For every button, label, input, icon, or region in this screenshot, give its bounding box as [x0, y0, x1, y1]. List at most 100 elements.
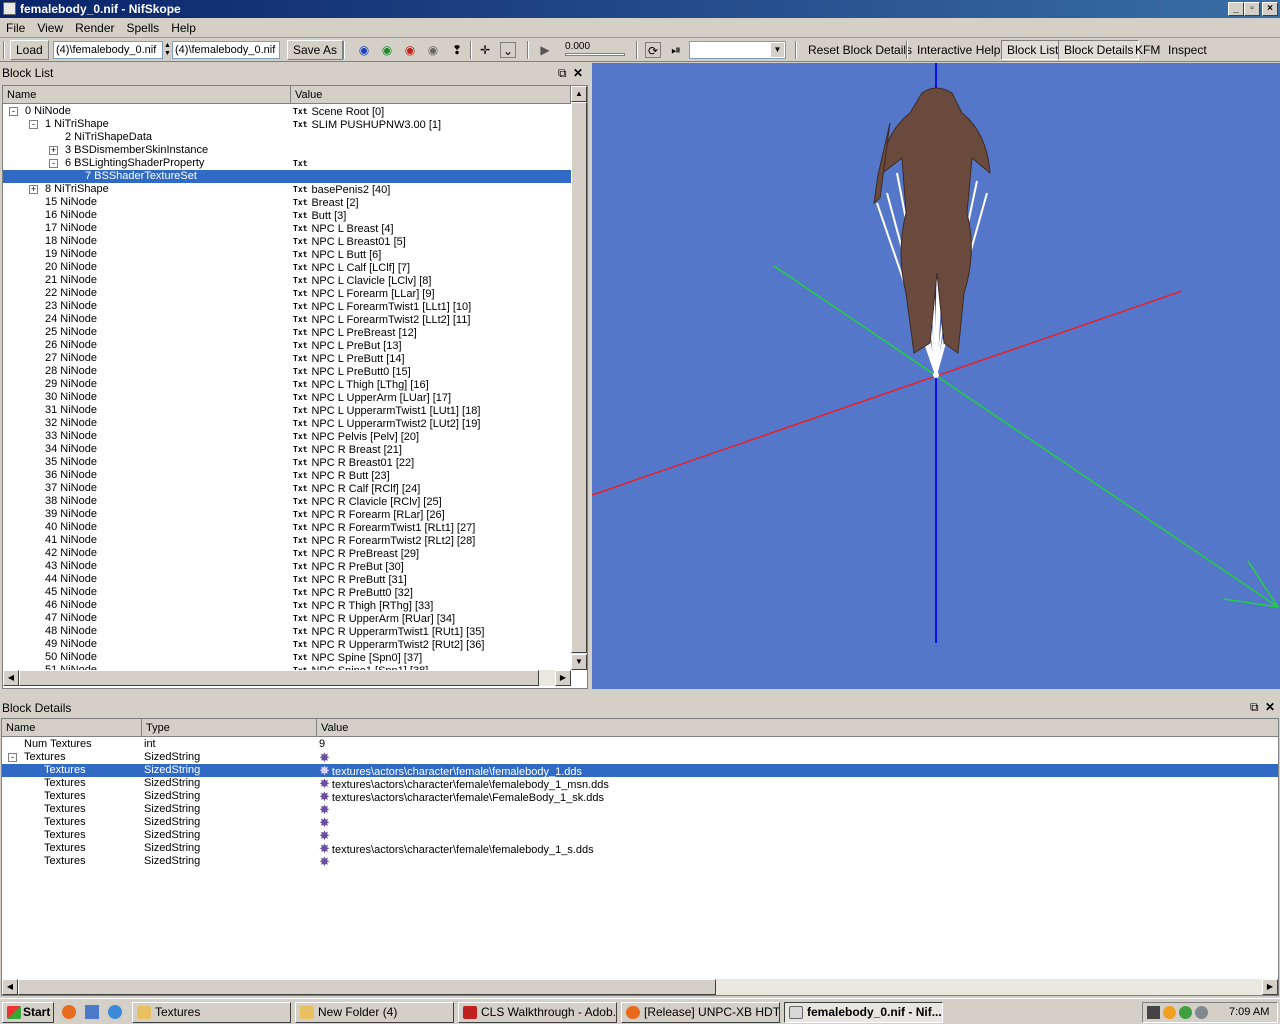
render-viewport[interactable]: [592, 63, 1280, 689]
save-as-button[interactable]: Save As: [287, 40, 344, 60]
eye-gray-icon[interactable]: ◉: [425, 42, 441, 58]
collapse-icon[interactable]: -: [29, 120, 38, 129]
collapse-icon[interactable]: -: [49, 159, 58, 168]
block-list-row[interactable]: -6 BSLightingShaderProperty Txt: [3, 157, 571, 170]
collapse-icon[interactable]: -: [9, 107, 18, 116]
block-details-toggle[interactable]: Block Details: [1058, 40, 1140, 60]
block-list-row[interactable]: 35 NiNode Txt NPC R Breast01 [22]: [3, 456, 571, 469]
column-header-name[interactable]: Name: [3, 86, 291, 104]
expand-icon[interactable]: +: [49, 146, 58, 155]
block-list-row[interactable]: 7 BSShaderTextureSet: [3, 170, 571, 183]
firefox-icon[interactable]: [62, 1005, 76, 1019]
block-list-row[interactable]: 17 NiNode Txt NPC L Breast [4]: [3, 222, 571, 235]
media-player-icon[interactable]: [108, 1005, 122, 1019]
horizontal-scrollbar[interactable]: ◀ ▶: [2, 979, 1278, 995]
block-list-row[interactable]: -1 NiTriShape Txt SLIM PUSHUPNW3.00 [1]: [3, 118, 571, 131]
volume-icon[interactable]: [1195, 1006, 1208, 1019]
block-list-row[interactable]: 26 NiNode Txt NPC L PreBut [13]: [3, 339, 571, 352]
load-button[interactable]: Load: [10, 40, 49, 60]
explorer-icon[interactable]: [85, 1005, 99, 1019]
view-dropdown-icon[interactable]: ⌄: [500, 42, 516, 58]
time-slider[interactable]: [565, 53, 625, 56]
block-list-row[interactable]: 19 NiNode Txt NPC L Butt [6]: [3, 248, 571, 261]
start-button[interactable]: Start: [2, 1002, 54, 1023]
collapse-icon[interactable]: -: [8, 753, 17, 762]
minimize-button[interactable]: _: [1228, 2, 1244, 16]
block-list-row[interactable]: +8 NiTriShape Txt basePenis2 [40]: [3, 183, 571, 196]
task-new-folder[interactable]: New Folder (4): [295, 1002, 454, 1023]
detail-row[interactable]: Textures SizedString ✸ textures\actors\char…: [2, 790, 1278, 804]
block-list-row[interactable]: 49 NiNode Txt NPC R UpperarmTwist2 [RUt2] …: [3, 638, 571, 651]
block-list-row[interactable]: 40 NiNode Txt NPC R ForearmTwist1 [RLt1] […: [3, 521, 571, 534]
block-list-row[interactable]: 37 NiNode Txt NPC R Calf [RClf] [24]: [3, 482, 571, 495]
play-icon[interactable]: ▶: [537, 42, 553, 58]
detail-row[interactable]: - Textures SizedString ✸: [2, 751, 1278, 764]
detail-row[interactable]: Textures SizedString ✸: [2, 855, 1278, 868]
detail-row[interactable]: Textures SizedString ✸: [2, 829, 1278, 842]
inspect-button[interactable]: Inspect: [1162, 40, 1213, 60]
menu-view[interactable]: View: [31, 18, 69, 38]
block-list-row[interactable]: 21 NiNode Txt NPC L Clavicle [LClv] [8]: [3, 274, 571, 287]
column-header-value[interactable]: Value: [291, 86, 571, 104]
close-button[interactable]: ×: [1262, 2, 1278, 16]
block-list-row[interactable]: 18 NiNode Txt NPC L Breast01 [5]: [3, 235, 571, 248]
scroll-left-icon[interactable]: ◀: [3, 670, 19, 686]
block-list-row[interactable]: 33 NiNode Txt NPC Pelvis [Pelv] [20]: [3, 430, 571, 443]
block-list-row[interactable]: 20 NiNode Txt NPC L Calf [LClf] [7]: [3, 261, 571, 274]
block-list-row[interactable]: 29 NiNode Txt NPC L Thigh [LThg] [16]: [3, 378, 571, 391]
block-list-row[interactable]: 31 NiNode Txt NPC L UpperarmTwist1 [LUt1] …: [3, 404, 571, 417]
detail-row[interactable]: Num Textures int 9: [2, 738, 1278, 751]
load-path-input[interactable]: (4)\femalebody_0.nif: [53, 41, 163, 59]
block-list-row[interactable]: 43 NiNode Txt NPC R PreBut [30]: [3, 560, 571, 573]
block-list-row[interactable]: 30 NiNode Txt NPC L UpperArm [LUar] [17]: [3, 391, 571, 404]
loop-icon[interactable]: ⟳: [645, 42, 661, 58]
scroll-down-icon[interactable]: ▼: [571, 654, 587, 670]
block-list-row[interactable]: 42 NiNode Txt NPC R PreBreast [29]: [3, 547, 571, 560]
block-list-row[interactable]: 28 NiNode Txt NPC L PreButt0 [15]: [3, 365, 571, 378]
block-list-row[interactable]: 16 NiNode Txt Butt [3]: [3, 209, 571, 222]
block-list-row[interactable]: 46 NiNode Txt NPC R Thigh [RThg] [33]: [3, 599, 571, 612]
block-list-row[interactable]: 38 NiNode Txt NPC R Clavicle [RClv] [25]: [3, 495, 571, 508]
block-list-row[interactable]: 47 NiNode Txt NPC R UpperArm [RUar] [34]: [3, 612, 571, 625]
tray-app-icon[interactable]: [1179, 1006, 1192, 1019]
menu-spells[interactable]: Spells: [121, 18, 166, 38]
close-icon[interactable]: ✕: [1265, 700, 1275, 714]
block-list-row[interactable]: 44 NiNode Txt NPC R PreButt [31]: [3, 573, 571, 586]
task-firefox-release[interactable]: [Release] UNPC-XB HDT ...: [621, 1002, 780, 1023]
block-list-row[interactable]: 39 NiNode Txt NPC R Forearm [RLar] [26]: [3, 508, 571, 521]
horizontal-scrollbar[interactable]: ◀ ▶: [3, 670, 571, 686]
block-list-row[interactable]: 36 NiNode Txt NPC R Butt [23]: [3, 469, 571, 482]
kfm-button[interactable]: KFM: [1129, 40, 1166, 60]
block-list-toggle[interactable]: Block List: [1001, 40, 1065, 60]
spin-arrows-icon[interactable]: ▲ ▼: [164, 42, 171, 58]
block-details-tree[interactable]: Name Type Value Num Textures int 9- Texture…: [1, 718, 1279, 996]
detail-row[interactable]: Textures SizedString ✸ textures\actors\char…: [2, 842, 1278, 856]
reset-block-details-button[interactable]: Reset Block Details: [802, 40, 918, 60]
block-list-row[interactable]: 23 NiNode Txt NPC L ForearmTwist1 [LLt1] […: [3, 300, 571, 313]
clock[interactable]: 7:09 AM: [1229, 1003, 1269, 1022]
block-list-row[interactable]: 22 NiNode Txt NPC L Forearm [LLar] [9]: [3, 287, 571, 300]
block-list-row[interactable]: 25 NiNode Txt NPC L PreBreast [12]: [3, 326, 571, 339]
scroll-right-icon[interactable]: ▶: [1262, 979, 1278, 995]
animation-select[interactable]: ▼: [689, 41, 786, 59]
menu-render[interactable]: Render: [69, 18, 120, 38]
scroll-thumb[interactable]: [19, 670, 539, 686]
task-nifskope[interactable]: femalebody_0.nif - Nif...: [784, 1002, 943, 1023]
scroll-left-icon[interactable]: ◀: [2, 979, 18, 995]
float-icon[interactable]: ⧉: [558, 66, 567, 80]
task-adobe-reader[interactable]: CLS Walkthrough - Adob...: [458, 1002, 617, 1023]
footprints-icon[interactable]: ❢: [449, 42, 465, 58]
scroll-thumb[interactable]: [18, 979, 716, 995]
expand-icon[interactable]: +: [29, 185, 38, 194]
string-edit-icon[interactable]: ✸: [319, 854, 330, 869]
block-list-row[interactable]: 15 NiNode Txt Breast [2]: [3, 196, 571, 209]
window-titlebar[interactable]: femalebody_0.nif - NifSkope _ ▫ ×: [0, 0, 1280, 18]
block-list-row[interactable]: 27 NiNode Txt NPC L PreButt [14]: [3, 352, 571, 365]
detail-row[interactable]: Textures SizedString ✸ textures\actors\char…: [2, 777, 1278, 791]
save-path-input[interactable]: (4)\femalebody_0.nif: [172, 41, 280, 59]
menu-file[interactable]: File: [0, 18, 31, 38]
interactive-help-button[interactable]: Interactive Help: [911, 40, 1006, 60]
block-list-tree[interactable]: Name Value -0 NiNode Txt Scene Root [0] -1 …: [2, 85, 588, 689]
block-list-row[interactable]: 48 NiNode Txt NPC R UpperarmTwist1 [RUt1] …: [3, 625, 571, 638]
toolbar-grip[interactable]: [3, 41, 5, 59]
